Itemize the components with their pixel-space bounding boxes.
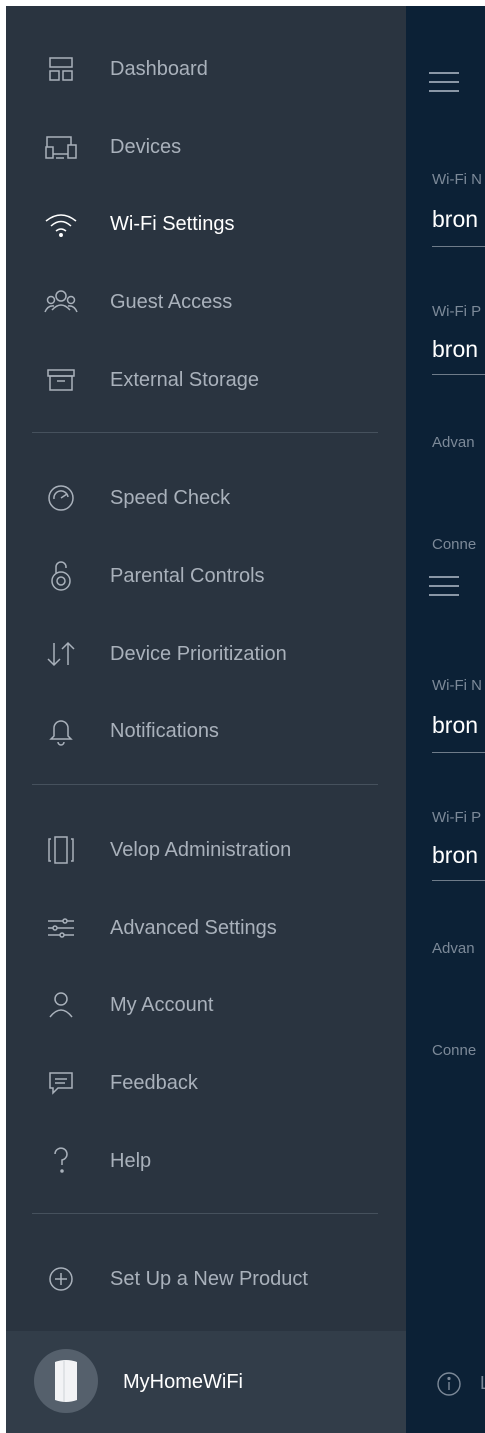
advanced-settings-link[interactable]: Advan (432, 940, 475, 957)
sidebar-item-label: Parental Controls (110, 564, 265, 587)
sidebar-item-my-account[interactable]: My Account (6, 975, 406, 1035)
wifi-name-field[interactable]: bron (432, 712, 478, 739)
wifi-name-label: Wi-Fi N (432, 171, 482, 188)
hamburger-menu-icon[interactable] (429, 72, 459, 92)
wifi-settings-panel: Wi-Fi N bron Wi-Fi P bron Advan Conne Wi… (406, 6, 485, 1433)
wifi-password-field[interactable]: bron (432, 336, 478, 363)
help-icon (44, 1144, 78, 1178)
sidebar-item-label: Device Prioritization (110, 642, 287, 665)
velop-node-avatar (34, 1349, 98, 1413)
sidebar-item-external-storage[interactable]: External Storage (6, 350, 406, 410)
sidebar-item-devices[interactable]: Devices (6, 117, 406, 177)
sidebar-item-feedback[interactable]: Feedback (6, 1053, 406, 1113)
wifi-icon (44, 207, 78, 241)
sidebar-item-help[interactable]: Help (6, 1131, 406, 1191)
wifi-name-label: Wi-Fi N (432, 677, 482, 694)
menu-divider (32, 1213, 378, 1214)
user-icon (44, 988, 78, 1022)
sidebar-item-advanced-settings[interactable]: Advanced Settings (6, 898, 406, 958)
sidebar-item-label: Set Up a New Product (110, 1267, 308, 1290)
sidebar-item-device-prioritization[interactable]: Device Prioritization (6, 624, 406, 684)
field-underline (432, 246, 485, 247)
network-name: MyHomeWiFi (123, 1371, 243, 1393)
sidebar-item-dashboard[interactable]: Dashboard (6, 39, 406, 99)
connected-devices-label: Conne (432, 1042, 477, 1059)
devices-icon (44, 130, 78, 164)
wifi-password-label: Wi-Fi P (432, 809, 482, 826)
field-underline (432, 752, 485, 753)
app-frame: Dashboard Devices Wi-Fi Settings Guest A… (6, 6, 485, 1433)
sidebar-item-label: Guest Access (110, 290, 233, 313)
sidebar-item-label: Wi-Fi Settings (110, 212, 235, 235)
external-storage-icon (44, 363, 78, 397)
network-footer[interactable]: MyHomeWiFi (6, 1331, 406, 1433)
sidebar-item-label: Speed Check (110, 486, 231, 509)
sidebar-item-label: Dashboard (110, 57, 208, 80)
sliders-icon (44, 911, 78, 945)
sidebar-item-guest-access[interactable]: Guest Access (6, 272, 406, 332)
wifi-password-label: Wi-Fi P (432, 303, 482, 320)
speed-check-icon (44, 481, 78, 515)
dashboard-icon (44, 52, 78, 86)
sidebar-item-set-up-new-product[interactable]: Set Up a New Product (6, 1249, 406, 1309)
field-underline (432, 880, 485, 881)
info-text: L (480, 1373, 485, 1394)
sidebar-item-label: Notifications (110, 719, 219, 742)
field-underline (432, 374, 485, 375)
sidebar-item-notifications[interactable]: Notifications (6, 701, 406, 761)
info-icon[interactable] (436, 1371, 462, 1397)
menu-divider (32, 432, 378, 433)
advanced-settings-link[interactable]: Advan (432, 434, 475, 451)
sidebar-item-label: Feedback (110, 1071, 198, 1094)
hamburger-menu-icon[interactable] (429, 576, 459, 596)
feedback-icon (44, 1066, 78, 1100)
wifi-name-field[interactable]: bron (432, 206, 478, 233)
sidebar-menu: Dashboard Devices Wi-Fi Settings Guest A… (6, 6, 406, 1433)
sidebar-item-wifi-settings[interactable]: Wi-Fi Settings (6, 194, 406, 254)
connected-devices-label: Conne (432, 536, 477, 553)
sidebar-item-label: Devices (110, 135, 182, 158)
device-prioritization-icon (44, 637, 78, 671)
sidebar-item-label: Advanced Settings (110, 916, 277, 939)
sidebar-item-speed-check[interactable]: Speed Check (6, 468, 406, 528)
bell-icon (44, 714, 78, 748)
sidebar-item-label: External Storage (110, 368, 259, 391)
guest-access-icon (44, 285, 78, 319)
add-circle-icon (44, 1262, 78, 1296)
menu-divider (32, 784, 378, 785)
sidebar-item-label: Help (110, 1149, 152, 1172)
sidebar-item-label: Velop Administration (110, 838, 292, 861)
sidebar-item-label: My Account (110, 993, 214, 1016)
sidebar-item-velop-administration[interactable]: Velop Administration (6, 820, 406, 880)
sidebar-item-parental-controls[interactable]: Parental Controls (6, 546, 406, 606)
velop-node-icon (44, 833, 78, 867)
wifi-password-field[interactable]: bron (432, 842, 478, 869)
parental-controls-icon (44, 559, 78, 593)
